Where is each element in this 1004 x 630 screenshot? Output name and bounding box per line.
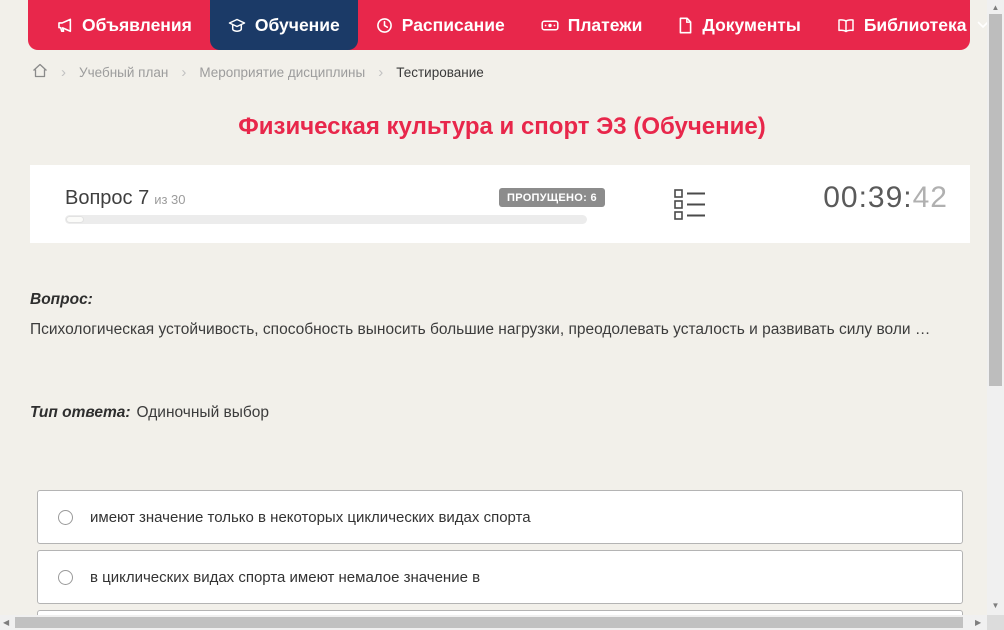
timer-seconds: 42 (912, 181, 948, 214)
chevron-right-icon: › (61, 63, 66, 81)
nav-item-label: Расписание (401, 14, 505, 35)
answer-type-row: Тип ответа: Одиночный выбор (30, 404, 269, 422)
radio-button[interactable] (58, 509, 73, 525)
vertical-scrollbar-thumb[interactable] (989, 14, 1002, 386)
vertical-scrollbar[interactable]: ▲ ▼ (987, 0, 1004, 615)
horizontal-scrollbar-thumb[interactable] (15, 617, 963, 628)
chevron-right-icon: › (181, 63, 187, 81)
home-icon[interactable] (32, 63, 48, 81)
scroll-right-arrow-icon[interactable]: ▶ (975, 615, 981, 630)
question-text: Психологическая устойчивость, способност… (30, 321, 931, 338)
scroll-left-arrow-icon[interactable]: ◀ (3, 615, 9, 630)
nav-item-library[interactable]: Библиотека (819, 0, 1004, 50)
horizontal-scrollbar[interactable]: ◀ ▶ (0, 615, 987, 630)
breadcrumb-link-curriculum[interactable]: Учебный план (79, 65, 168, 80)
nav-item-label: Платежи (567, 14, 643, 35)
breadcrumb-link-discipline-event[interactable]: Мероприятие дисциплины (199, 65, 365, 80)
breadcrumb: › Учебный план › Мероприятие дисциплины … (32, 63, 484, 81)
answer-option-label: в циклических видах спорта имеют немалое… (90, 568, 481, 586)
radio-button[interactable] (58, 569, 73, 585)
skipped-badge: ПРОПУЩЕНО: 6 (499, 188, 605, 207)
timer: 00:39:42 (823, 181, 948, 215)
chevron-right-icon: › (378, 63, 384, 81)
question-number-label: Вопрос 7 (65, 187, 150, 209)
nav-item-label: Обучение (254, 14, 340, 35)
answer-options: имеют значение только в некоторых циклич… (37, 490, 963, 630)
graduation-cap-icon (228, 17, 246, 34)
main-navbar: Объявления Обучение Расписание Платежи Д… (28, 0, 989, 50)
timer-minutes: 00:39: (823, 181, 913, 214)
question-header-card: Вопрос 7 из 30 ПРОПУЩЕНО: 6 00:39:42 (30, 165, 970, 243)
nav-item-label: Объявления (82, 14, 192, 35)
nav-item-payments[interactable]: Платежи (523, 0, 661, 50)
answer-option-1[interactable]: имеют значение только в некоторых циклич… (37, 490, 963, 544)
answer-option-2[interactable]: в циклических видах спорта имеют немалое… (37, 550, 963, 604)
nav-item-schedule[interactable]: Расписание (358, 0, 523, 50)
question-total-label: из 30 (154, 192, 186, 207)
question-progress-fill (66, 216, 84, 223)
megaphone-icon (56, 17, 73, 34)
breadcrumb-current-testing: Тестирование (396, 64, 484, 80)
question-progress-bar (65, 215, 587, 224)
question-block: Вопрос: Психологическая устойчивость, сп… (30, 291, 945, 343)
nav-item-label: Документы (702, 14, 801, 35)
answer-type-label: Тип ответа: (30, 404, 131, 421)
nav-item-label: Библиотека (863, 14, 967, 35)
nav-item-documents[interactable]: Документы (660, 0, 818, 50)
answer-option-label: имеют значение только в некоторых циклич… (90, 508, 531, 526)
clock-icon (376, 17, 393, 34)
test-page: Объявления Обучение Расписание Платежи Д… (0, 0, 1004, 630)
open-book-icon (837, 17, 855, 34)
banknote-icon (541, 17, 559, 34)
question-list-button[interactable] (674, 188, 706, 222)
question-number: Вопрос 7 из 30 (65, 187, 186, 210)
question-label: Вопрос: (30, 291, 93, 308)
nav-item-announcements[interactable]: Объявления (38, 0, 210, 50)
page-title: Физическая культура и спорт Э3 (Обучение… (238, 113, 766, 140)
answer-type-value: Одиночный выбор (136, 404, 270, 421)
scrollbar-corner (987, 615, 1004, 630)
nav-item-learning[interactable]: Обучение (209, 0, 358, 50)
document-icon (678, 16, 693, 34)
scroll-up-arrow-icon[interactable]: ▲ (987, 3, 1004, 12)
scroll-down-arrow-icon[interactable]: ▼ (987, 601, 1004, 610)
